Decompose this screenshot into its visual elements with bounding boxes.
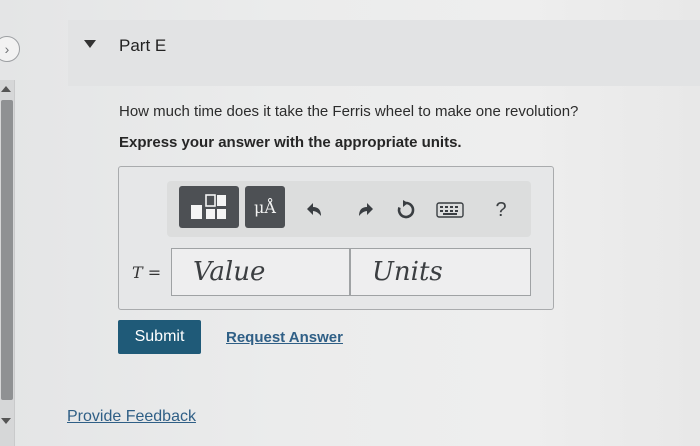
- equals-sign: =: [147, 263, 162, 282]
- help-button[interactable]: ?: [487, 196, 515, 224]
- units-icon: μÅ: [254, 197, 276, 217]
- scrollbar-thumb[interactable]: [1, 100, 13, 400]
- units-input[interactable]: Units: [350, 248, 531, 296]
- redo-button[interactable]: [352, 196, 380, 224]
- undo-icon: [307, 203, 321, 216]
- keyboard-icon: [436, 202, 464, 218]
- question-text: How much time does it take the Ferris wh…: [119, 103, 579, 120]
- variable-symbol: T: [132, 263, 143, 282]
- undo-button[interactable]: [300, 196, 328, 224]
- help-icon: ?: [495, 198, 507, 221]
- request-answer-link[interactable]: Request Answer: [226, 329, 343, 346]
- reset-icon: [397, 200, 415, 219]
- collapse-caret-icon[interactable]: [84, 40, 96, 48]
- scroll-up-icon[interactable]: [1, 86, 11, 92]
- redo-icon: [359, 203, 373, 216]
- template-icon: [191, 194, 226, 219]
- value-input[interactable]: Value: [171, 248, 350, 296]
- value-placeholder: Value: [193, 257, 266, 287]
- reset-button[interactable]: [392, 196, 420, 224]
- instruction-text: Express your answer with the appropriate…: [119, 134, 462, 151]
- scroll-down-icon[interactable]: [1, 418, 11, 424]
- provide-feedback-link[interactable]: Provide Feedback: [67, 408, 196, 426]
- variable-label: T =: [132, 263, 161, 282]
- submit-button[interactable]: Submit: [118, 320, 201, 354]
- units-button[interactable]: μÅ: [245, 186, 285, 228]
- template-button[interactable]: [179, 186, 239, 228]
- keyboard-button[interactable]: [436, 196, 464, 224]
- part-title: Part E: [119, 36, 167, 55]
- units-placeholder: Units: [372, 257, 443, 287]
